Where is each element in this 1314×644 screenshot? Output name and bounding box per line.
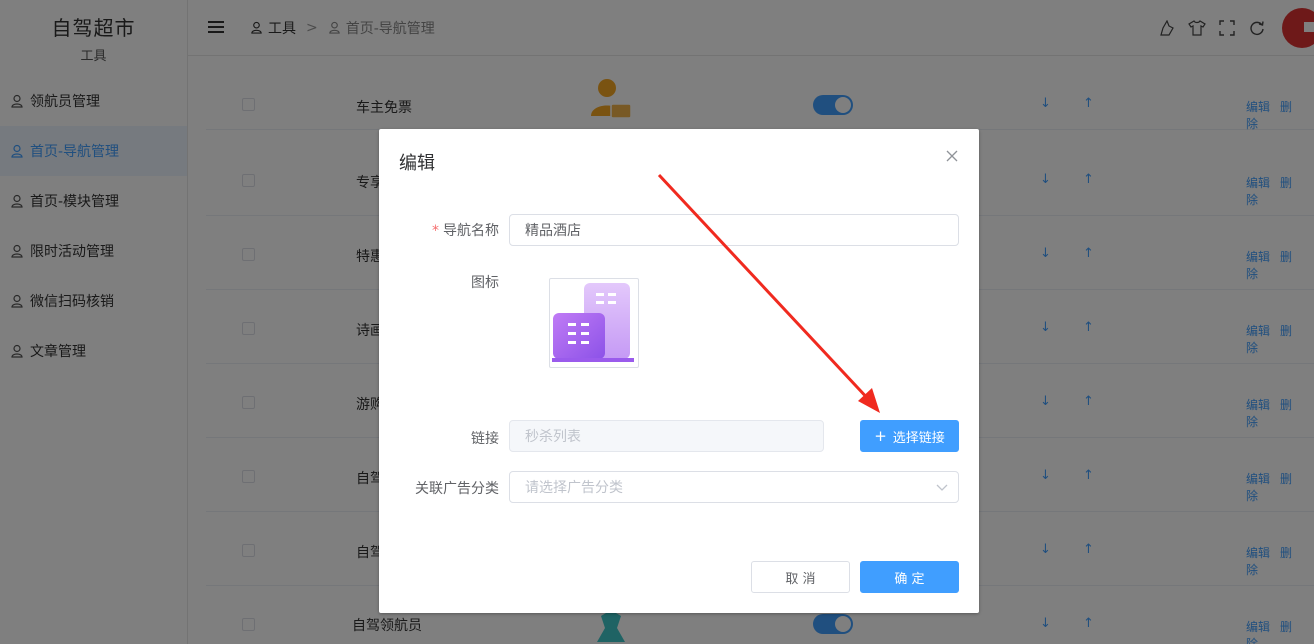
icon-label: 图标 — [471, 275, 499, 291]
nav-name-value: 精品酒店 — [525, 223, 581, 239]
cancel-button[interactable]: 取 消 — [751, 561, 850, 593]
choose-link-button[interactable]: + 选择链接 — [860, 420, 959, 452]
chevron-down-icon — [936, 484, 948, 491]
edit-dialog: 编辑 * 导航名称 精品酒店 图标 链接 秒杀列表 + 选择链接 关联广告分类 … — [379, 129, 979, 613]
link-label: 链接 — [471, 431, 499, 447]
ad-category-placeholder: 请选择广告分类 — [525, 480, 623, 496]
hotel-building-icon — [552, 283, 634, 362]
close-icon[interactable] — [945, 149, 959, 163]
confirm-button[interactable]: 确 定 — [860, 561, 959, 593]
ad-category-label: 关联广告分类 — [415, 481, 499, 497]
link-placeholder: 秒杀列表 — [525, 429, 581, 445]
ad-category-select[interactable]: 请选择广告分类 — [509, 471, 959, 503]
nav-name-label-text: 导航名称 — [443, 223, 499, 239]
nav-name-label: * 导航名称 — [389, 220, 499, 240]
nav-name-input[interactable]: 精品酒店 — [509, 214, 959, 246]
required-mark: * — [432, 223, 439, 239]
link-input: 秒杀列表 — [509, 420, 824, 452]
dialog-title: 编辑 — [399, 153, 435, 174]
choose-link-label: 选择链接 — [892, 430, 945, 446]
icon-upload[interactable] — [549, 278, 639, 368]
plus-icon: + — [874, 427, 887, 445]
